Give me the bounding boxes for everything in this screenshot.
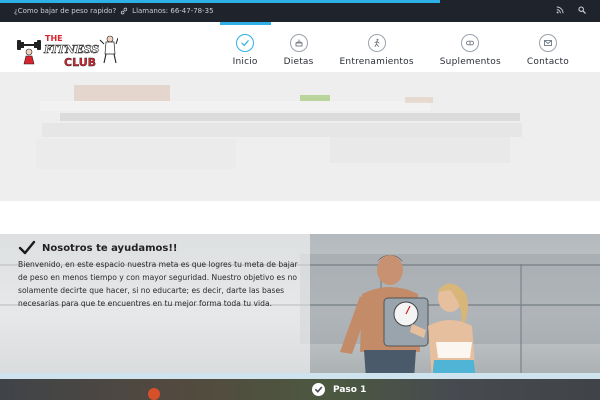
hero-section: Nosotros te ayudamos!! Bienvenido, en es… (0, 234, 600, 379)
nav-label: Contacto (526, 57, 569, 67)
step-bar: Paso 1 (0, 379, 600, 400)
logo-line-3: CLUB (64, 56, 96, 68)
site-header: THE FITNESS CLUB Inicio Dietas Entrenami… (0, 22, 600, 73)
phone-text: Llamanos: 66-47-78-35 (132, 7, 214, 15)
checkmark-icon (18, 240, 36, 256)
nav-item-contacto[interactable]: Contacto (514, 22, 582, 73)
tagline-link[interactable]: ¿Como bajar de peso rapido? (14, 7, 116, 15)
search-icon[interactable] (578, 6, 586, 14)
top-accent-line (0, 0, 440, 3)
nav-item-suplementos[interactable]: Suplementos (427, 22, 514, 73)
railing-post (520, 264, 522, 379)
step-1[interactable]: Paso 1 (312, 383, 366, 396)
top-info: ¿Como bajar de peso rapido? Llamanos: 66… (14, 7, 214, 15)
check-circle-icon (236, 34, 255, 52)
logo-line-2: FITNESS (43, 43, 99, 56)
hero-heading: Nosotros te ayudamos!! (18, 240, 177, 256)
pill-icon (461, 34, 480, 52)
image-slider[interactable] (0, 73, 600, 201)
cake-icon (289, 34, 308, 52)
slider-fragment (36, 139, 236, 169)
slider-fragment (405, 97, 433, 103)
nav-item-dietas[interactable]: Dietas (271, 22, 327, 73)
couple-with-scale-image (300, 242, 510, 379)
hero-body-text: Bienvenido, en este espacio nuestra meta… (18, 260, 298, 308)
nav-label: Entrenamientos (339, 57, 414, 67)
main-nav: Inicio Dietas Entrenamientos Suplementos… (219, 22, 582, 73)
envelope-icon (538, 34, 557, 52)
check-circle-icon (312, 383, 325, 396)
food-fragment (148, 388, 160, 400)
rss-icon[interactable] (556, 6, 564, 14)
slider-fragment (330, 137, 510, 163)
link-icon (120, 7, 128, 15)
slider-fragment (40, 101, 430, 111)
slider-fragment (60, 113, 520, 121)
nav-label: Dietas (283, 57, 314, 67)
runner-icon (367, 34, 386, 52)
fitness-club-logo[interactable]: THE FITNESS CLUB (16, 30, 119, 69)
slider-fragment (74, 85, 170, 101)
top-bar: ¿Como bajar de peso rapido? Llamanos: 66… (0, 0, 600, 22)
hero-title: Nosotros te ayudamos!! (42, 242, 178, 254)
slider-fragment (42, 123, 522, 137)
nav-item-inicio[interactable]: Inicio (219, 22, 271, 73)
nav-label: Inicio (232, 57, 258, 67)
step-label: Paso 1 (333, 384, 367, 395)
section-gap (0, 201, 600, 234)
logo-line-1: THE (45, 34, 63, 43)
nav-label: Suplementos (439, 57, 501, 67)
nav-item-entrenamientos[interactable]: Entrenamientos (327, 22, 427, 73)
food-background (0, 379, 600, 400)
top-tools (556, 6, 586, 14)
